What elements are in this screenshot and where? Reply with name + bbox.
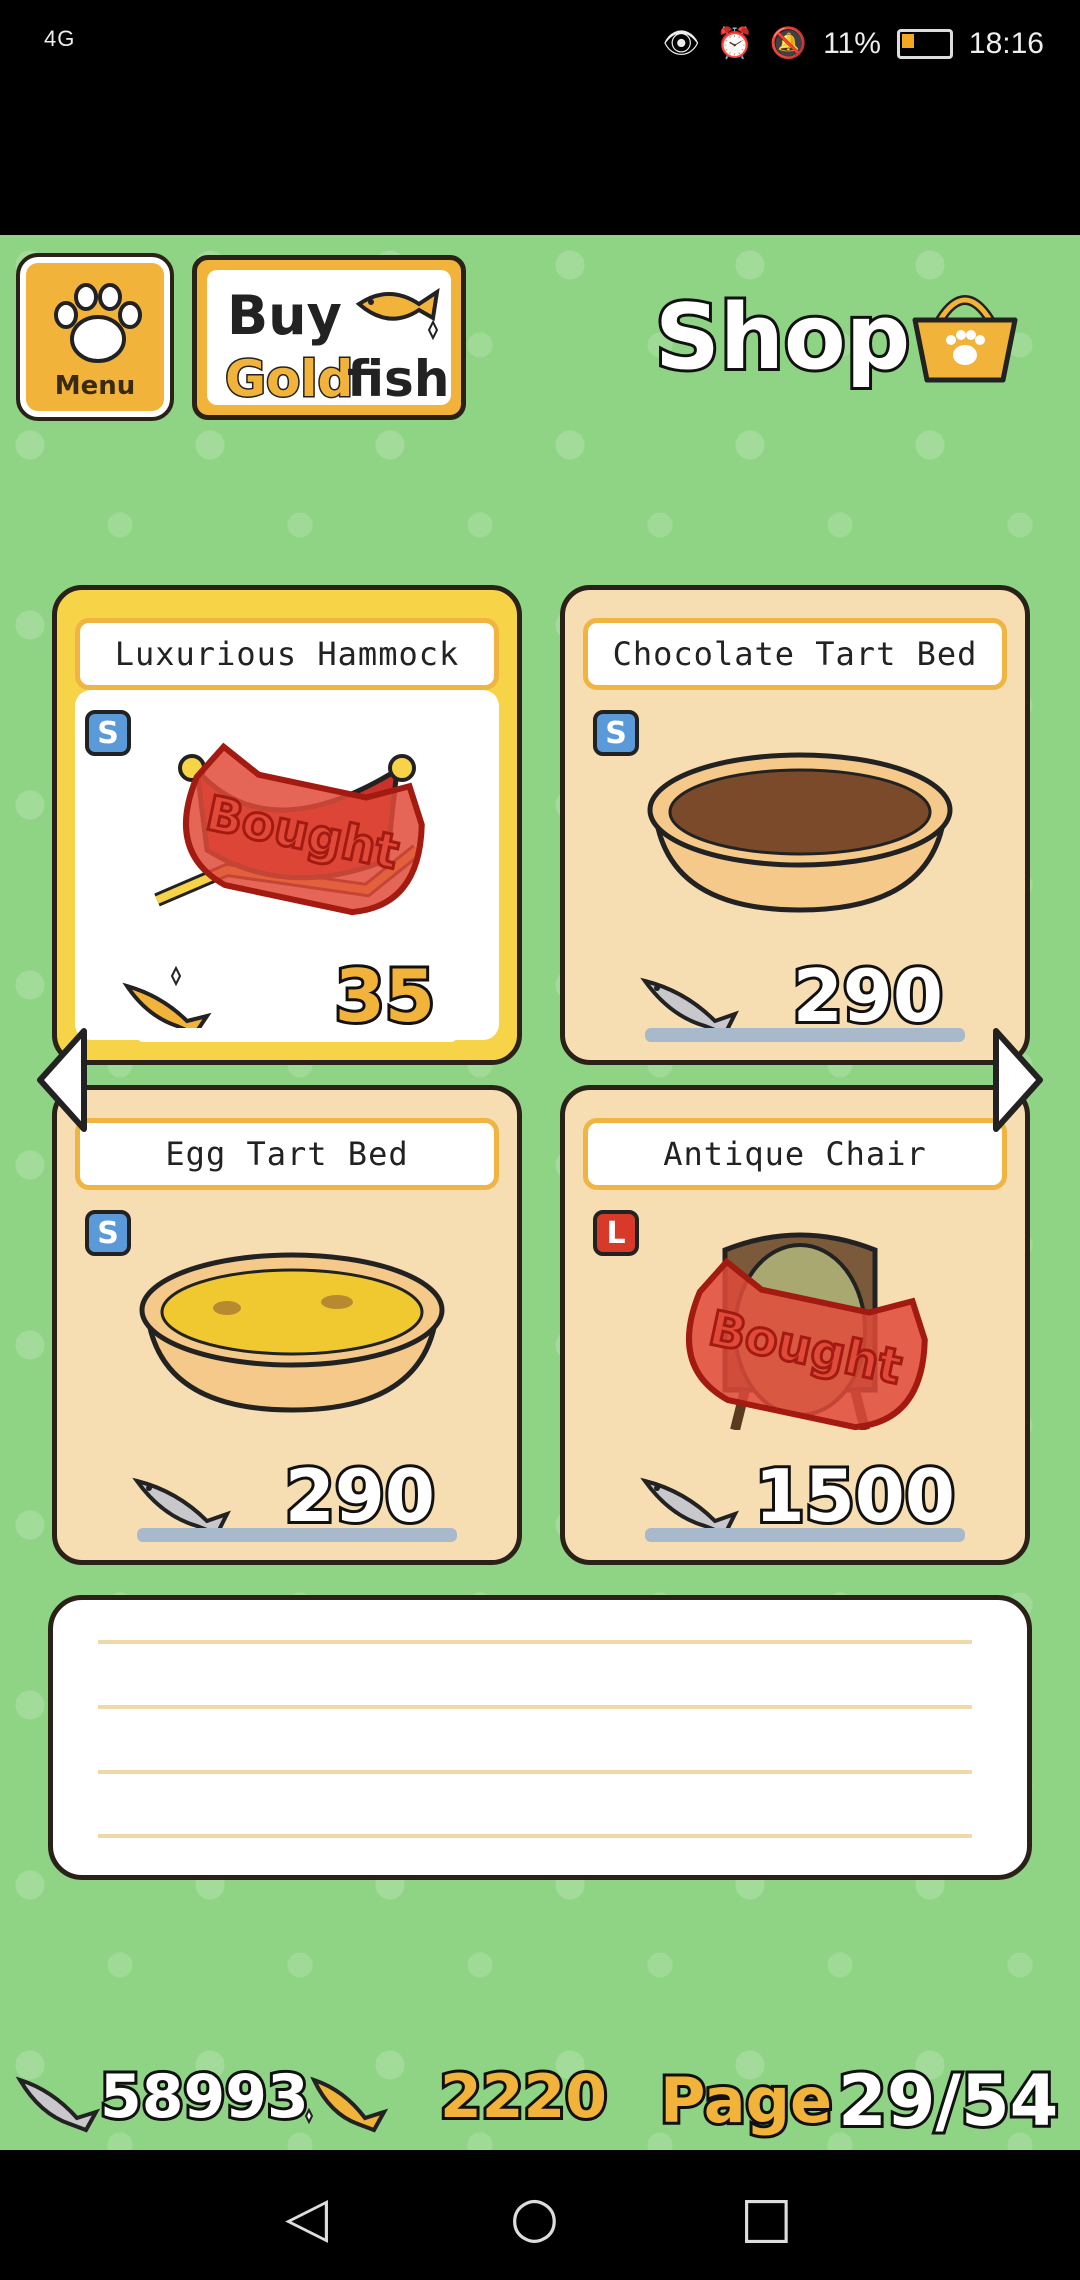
- item-price: 35: [332, 951, 438, 1041]
- battery-icon: [896, 28, 953, 59]
- item-price: 290: [282, 1451, 438, 1541]
- item-price: 290: [790, 951, 946, 1041]
- status-bar: 4G 👁 ⏰ 🔕 11% 18:16: [0, 0, 1080, 90]
- item-price: 1500: [752, 1451, 958, 1541]
- gold-fish-icon: [122, 966, 212, 1036]
- paw-icon: [54, 283, 142, 363]
- chocolate-tart-icon: [647, 752, 953, 913]
- basket-icon: [912, 295, 1018, 383]
- shop-screen: Menu Buy Gold fish Shop Luxurious Hammoc…: [0, 235, 1080, 2150]
- currency-bar: 58993 2220 Page 29/54: [0, 2050, 1080, 2150]
- page-label: Page: [657, 2061, 835, 2140]
- gold-fish-icon: [355, 287, 440, 341]
- desc-line: [98, 1834, 972, 1838]
- battery-percent: 11%: [823, 26, 881, 60]
- page-title: Shop: [652, 282, 913, 393]
- gold-fish-icon: [304, 2076, 389, 2133]
- item-card-antique-chair[interactable]: Antique Chair L Bought 1500: [560, 1085, 1030, 1565]
- fish-label: fish: [347, 350, 450, 408]
- item-name: Egg Tart Bed: [75, 1118, 499, 1190]
- eye-icon: 👁: [662, 27, 701, 60]
- item-name: Chocolate Tart Bed: [583, 618, 1007, 690]
- status-icons: 👁 ⏰ 🔕 11% 18:16: [662, 26, 1044, 61]
- item-card-luxurious-hammock[interactable]: Luxurious Hammock S Bought 35: [52, 585, 522, 1065]
- page-indicator: 29/54: [835, 2057, 1061, 2145]
- gold-fish-count: 2220: [437, 2059, 610, 2135]
- top-band: [0, 90, 1080, 235]
- system-nav-bar: ◁ ○ □: [0, 2150, 1080, 2280]
- silver-fish-icon: [132, 1477, 231, 1536]
- item-description-box: [48, 1595, 1032, 1880]
- desc-line: [98, 1705, 972, 1709]
- menu-button[interactable]: Menu: [16, 253, 174, 421]
- prev-page-arrow[interactable]: [32, 1025, 92, 1135]
- item-name: Antique Chair: [583, 1118, 1007, 1190]
- recents-icon[interactable]: □: [740, 2190, 793, 2246]
- item-card-egg-tart-bed[interactable]: Egg Tart Bed S 290: [52, 1085, 522, 1565]
- item-name: Luxurious Hammock: [75, 618, 499, 690]
- item-card-chocolate-tart-bed[interactable]: Chocolate Tart Bed S 290: [560, 585, 1030, 1065]
- alarm-icon: ⏰: [716, 27, 754, 60]
- buy-label: Buy: [227, 284, 342, 347]
- home-icon[interactable]: ○: [510, 2190, 559, 2246]
- silver-fish-icon: [640, 977, 739, 1036]
- desc-line: [98, 1770, 972, 1774]
- next-page-arrow[interactable]: [988, 1025, 1048, 1135]
- menu-label: Menu: [54, 371, 136, 401]
- egg-tart-icon: [139, 1252, 445, 1413]
- mute-icon: 🔕: [769, 27, 808, 60]
- buy-goldfish-button[interactable]: Buy Gold fish: [192, 255, 466, 420]
- desc-line: [98, 1640, 972, 1644]
- clock: 18:16: [968, 26, 1044, 60]
- silver-fish-count: 58993: [97, 2059, 312, 2135]
- silver-fish-icon: [15, 2076, 101, 2133]
- back-icon[interactable]: ◁: [285, 2190, 328, 2246]
- silver-fish-icon: [640, 1477, 739, 1536]
- buy-goldfish-panel: Buy Gold fish: [207, 270, 451, 410]
- signal-indicator: 4G: [44, 26, 76, 51]
- gold-label: Gold: [223, 349, 354, 410]
